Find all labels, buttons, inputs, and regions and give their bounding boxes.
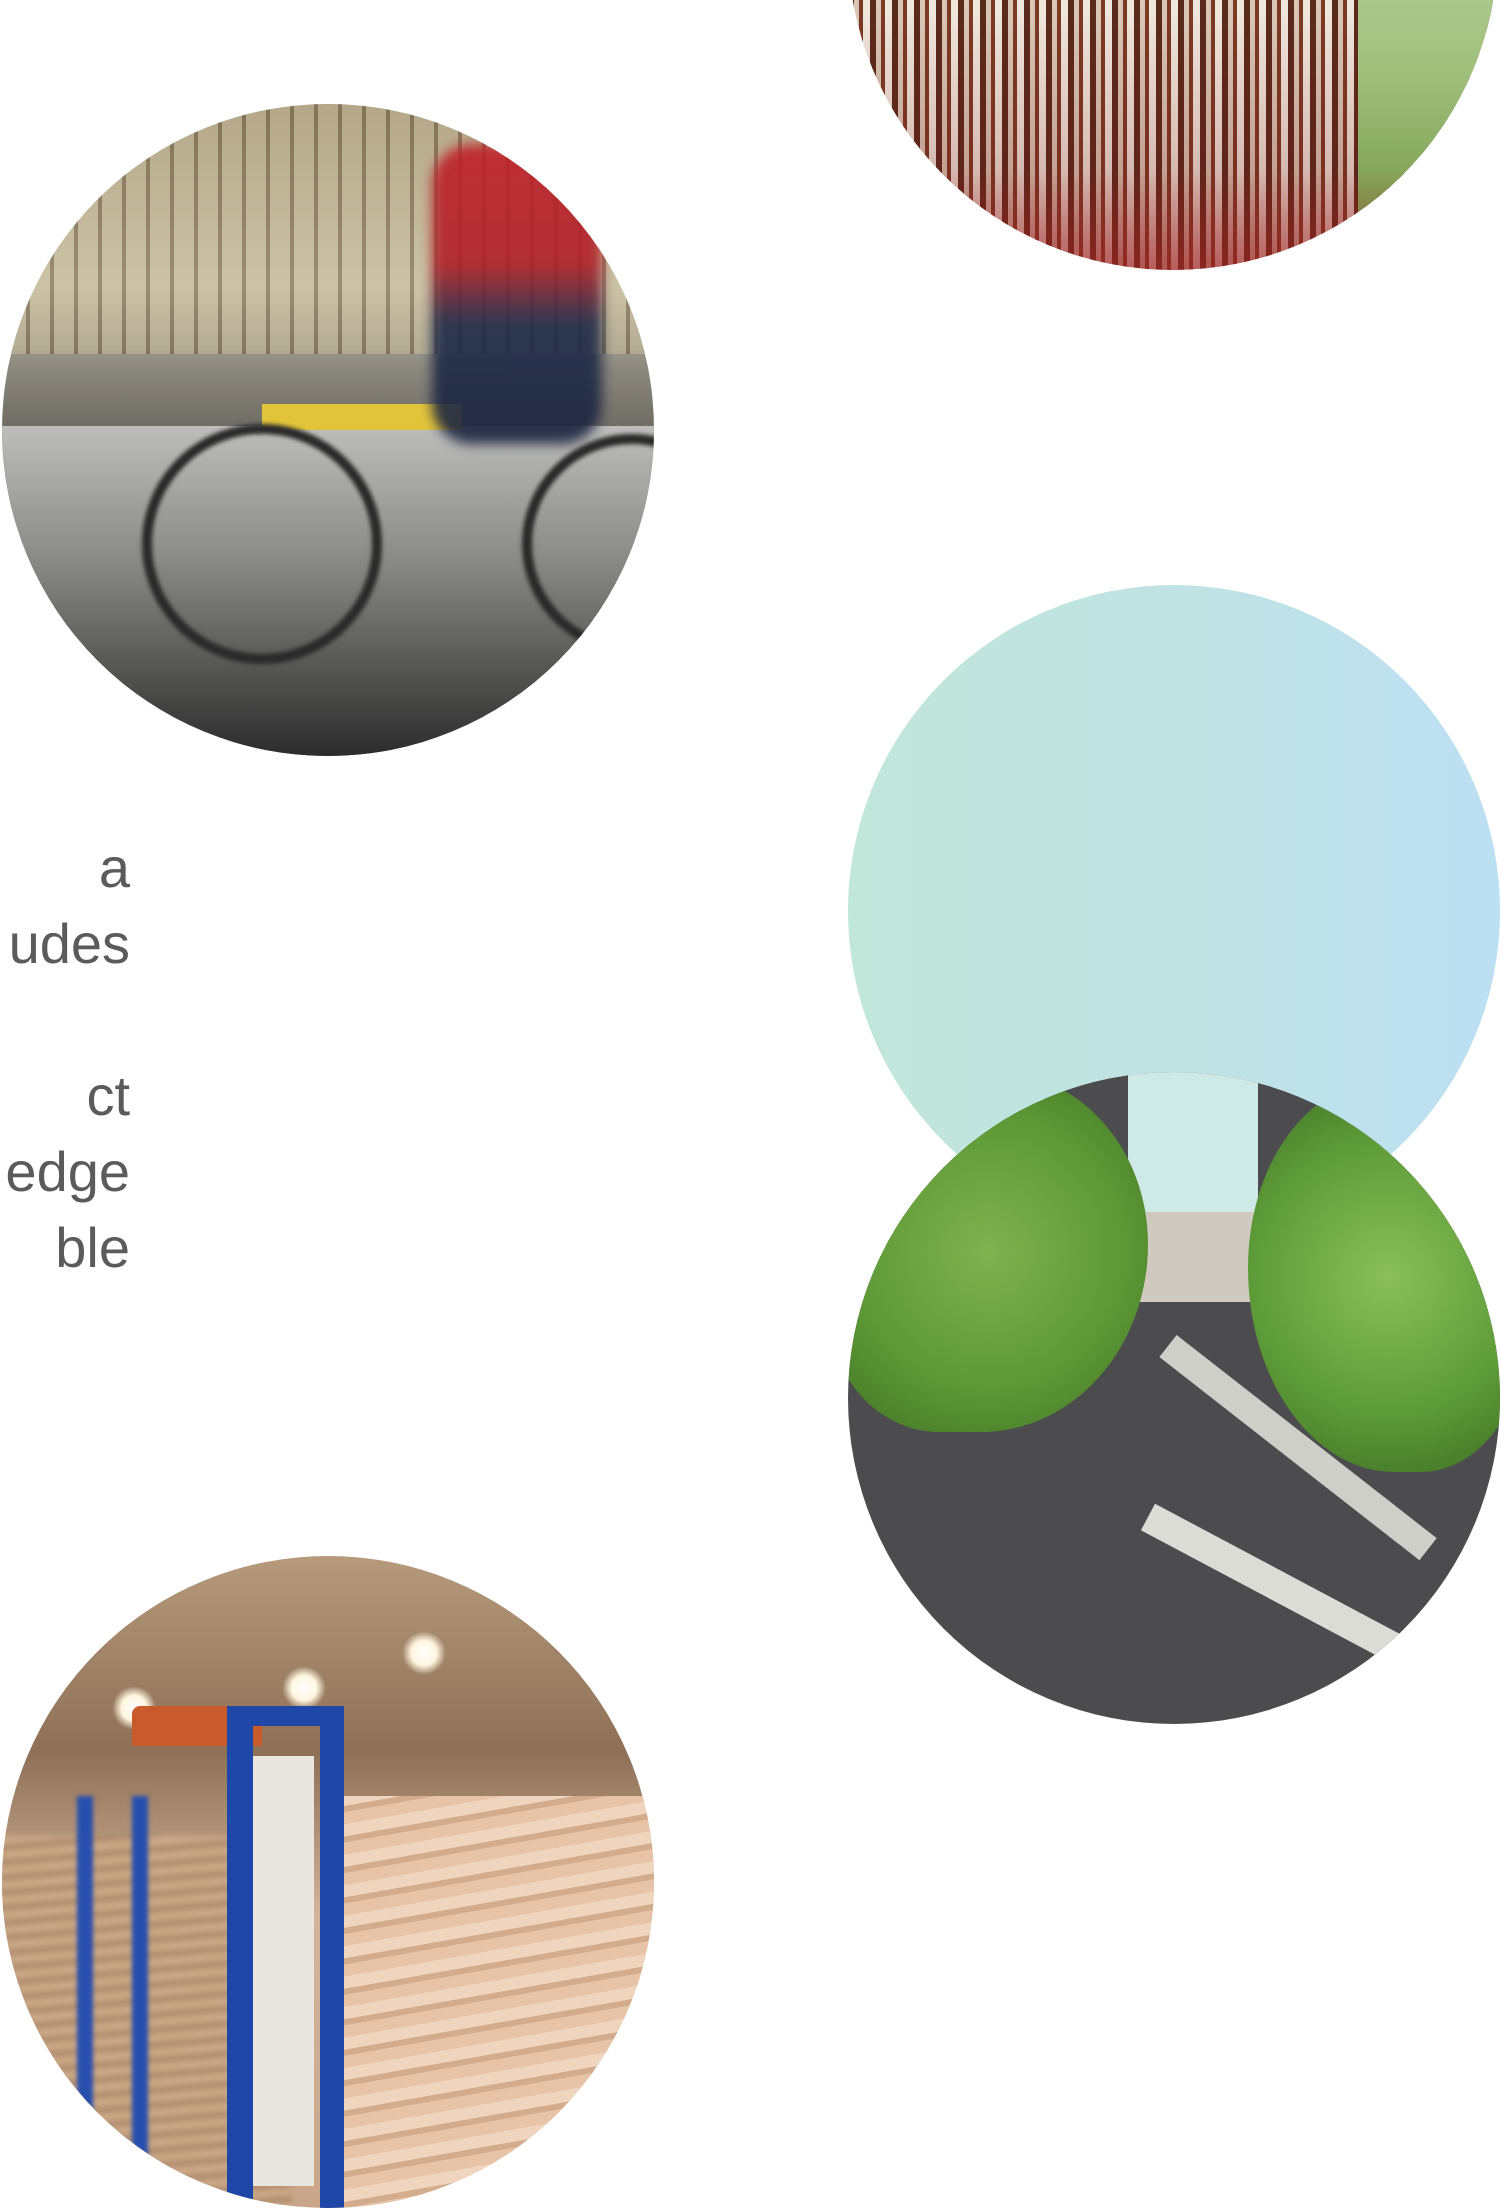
body-text-line: edge	[5, 1140, 130, 1203]
paper-tag	[252, 1756, 314, 2186]
tree-canopy-right	[1248, 1082, 1500, 1472]
body-text-line: ct	[86, 1064, 130, 1127]
red-seating	[848, 170, 1498, 270]
factory-cyclist-photo-circle	[2, 104, 654, 756]
lumber-warehouse-photo-circle	[2, 1556, 654, 2208]
body-text-line: udes	[8, 912, 130, 975]
interior-photo-circle	[848, 0, 1498, 270]
blue-cart-frame	[77, 1796, 93, 2208]
lumber-stack	[332, 1796, 654, 2208]
blue-cart-frame	[227, 1706, 253, 2208]
ceiling-light	[402, 1631, 446, 1675]
ceiling-light	[282, 1666, 326, 1710]
tree-canopy-left	[848, 1072, 1148, 1432]
sky-reflection	[1128, 1072, 1258, 1222]
bicycle-front-wheel	[142, 424, 382, 664]
aerial-street-photo-circle	[848, 1072, 1500, 1724]
body-text-cropped: a udes ct edge ble	[0, 830, 130, 1286]
blurred-cyclist	[432, 144, 602, 444]
blue-cart-frame	[132, 1796, 148, 2208]
blue-cart-frame	[320, 1706, 344, 2208]
body-text-line: ble	[55, 1216, 130, 1279]
body-text-line: a	[98, 836, 130, 899]
